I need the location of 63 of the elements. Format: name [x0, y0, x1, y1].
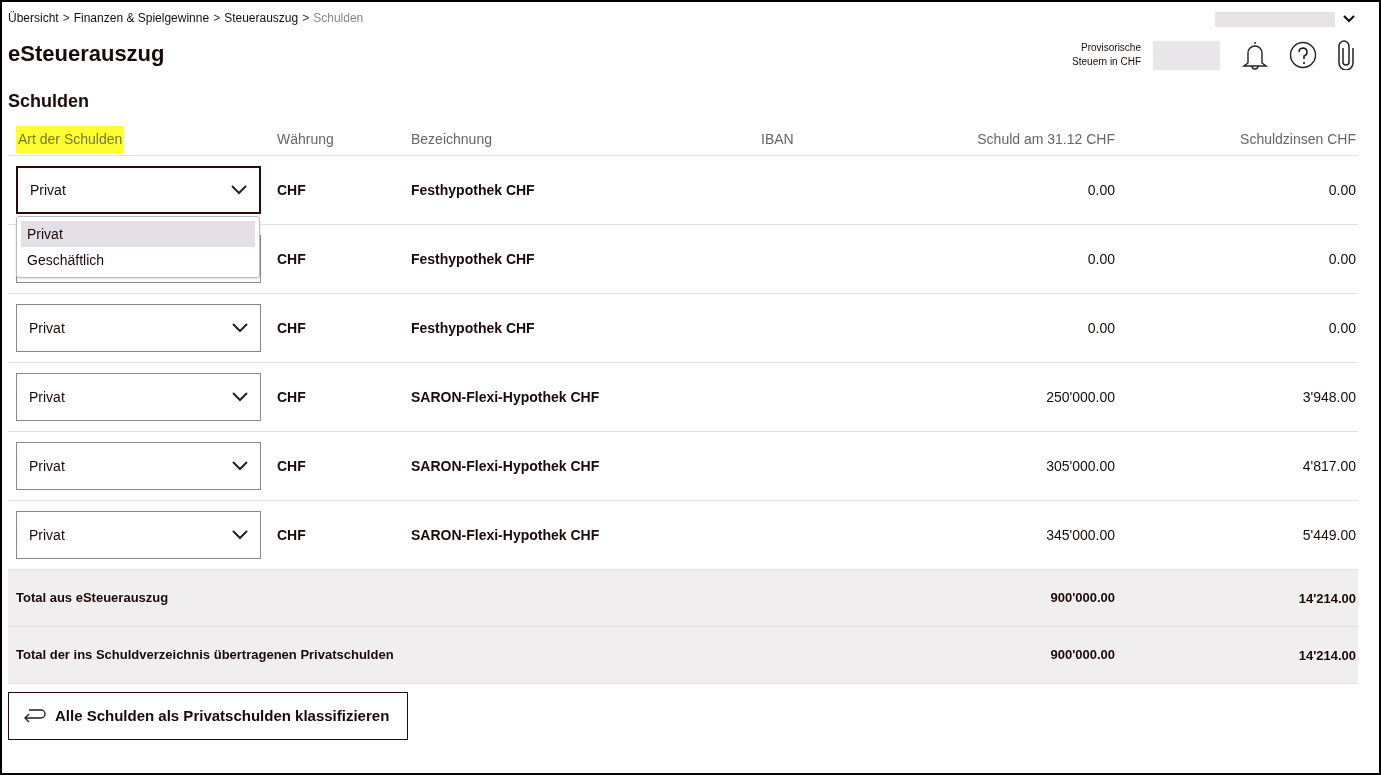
table-cell: 0.00 — [1087, 182, 1115, 198]
table-cell: 250'000.00 — [1046, 389, 1115, 405]
type-select[interactable]: Privat — [16, 166, 261, 214]
total-value: 900'000.00 — [1050, 646, 1115, 665]
column-header: Bezeichnung — [411, 130, 492, 149]
bell-icon[interactable] — [1242, 40, 1268, 70]
table-cell: 305'000.00 — [1046, 458, 1115, 474]
column-header: Art der Schulden — [16, 126, 125, 153]
paperclip-icon[interactable] — [1337, 40, 1355, 70]
table-cell: 0.00 — [1328, 320, 1356, 336]
type-select[interactable]: Privat — [16, 442, 261, 490]
table-cell: SARON-Flexi-Hypothek CHF — [411, 458, 600, 474]
table-cell: 5'449.00 — [1302, 527, 1356, 543]
column-header: Währung — [277, 130, 334, 149]
table-cell: 3'948.00 — [1302, 389, 1356, 405]
table-cell: 0.00 — [1087, 251, 1115, 267]
table-cell: 0.00 — [1328, 182, 1356, 198]
table-cell: Festhypothek CHF — [411, 251, 535, 267]
page-title: eSteuerauszug — [8, 43, 166, 65]
table-cell: CHF — [277, 182, 306, 198]
breadcrumb-separator: > — [213, 10, 221, 27]
total-value: 900'000.00 — [1050, 589, 1115, 608]
provisional-tax-label: Provisorische Steuern in CHF — [1072, 41, 1141, 69]
breadcrumb-link[interactable]: Übersicht — [8, 9, 59, 27]
breadcrumb-separator: > — [302, 10, 310, 27]
table-cell: CHF — [277, 251, 306, 267]
chevron-down-icon[interactable] — [1343, 15, 1355, 23]
total-value: 14'214.00 — [1298, 648, 1356, 663]
table-cell: CHF — [277, 527, 306, 543]
dropdown-option[interactable]: Geschäftlich — [21, 247, 255, 273]
help-icon[interactable] — [1289, 41, 1317, 69]
chevron-down-icon — [231, 185, 247, 195]
total-label: Total der ins Schuldverzeichnis übertragenen Privatschulden — [16, 646, 394, 665]
redacted-block — [1153, 40, 1220, 70]
type-select[interactable]: Privat — [16, 304, 261, 352]
table-cell: CHF — [277, 320, 306, 336]
table-cell: 345'000.00 — [1046, 527, 1115, 543]
dropdown-option[interactable]: Privat — [21, 221, 255, 247]
table-cell: Festhypothek CHF — [411, 182, 535, 198]
section-title: Schulden — [7, 92, 90, 110]
table-cell: CHF — [277, 389, 306, 405]
table-cell: CHF — [277, 458, 306, 474]
total-label: Total aus eSteuerauszug — [16, 589, 169, 608]
column-header: IBAN — [761, 130, 794, 149]
chevron-down-icon — [232, 392, 248, 402]
breadcrumb-separator: > — [62, 10, 70, 27]
chevron-down-icon — [232, 323, 248, 333]
breadcrumb-link[interactable]: Steuerauszug — [224, 9, 299, 27]
table-cell: 0.00 — [1087, 320, 1115, 336]
table-cell: SARON-Flexi-Hypothek CHF — [411, 389, 600, 405]
column-header: Schuld am 31.12 CHF — [977, 130, 1115, 149]
chevron-down-icon — [232, 461, 248, 471]
table-cell: 0.00 — [1328, 251, 1356, 267]
table-cell: SARON-Flexi-Hypothek CHF — [411, 527, 600, 543]
chevron-down-icon — [232, 530, 248, 540]
type-select[interactable]: Privat — [16, 373, 261, 421]
table-cell: Festhypothek CHF — [411, 320, 535, 336]
total-value: 14'214.00 — [1298, 591, 1356, 606]
type-select[interactable]: Privat — [16, 511, 261, 559]
classify-all-button[interactable]: Alle Schulden als Privatschulden klassifizieren — [8, 692, 408, 740]
table-cell: 4'817.00 — [1302, 458, 1356, 474]
column-header: Schuldzinsen CHF — [1240, 130, 1356, 149]
breadcrumb-link[interactable]: Finanzen & Spielgewinne — [73, 9, 210, 27]
